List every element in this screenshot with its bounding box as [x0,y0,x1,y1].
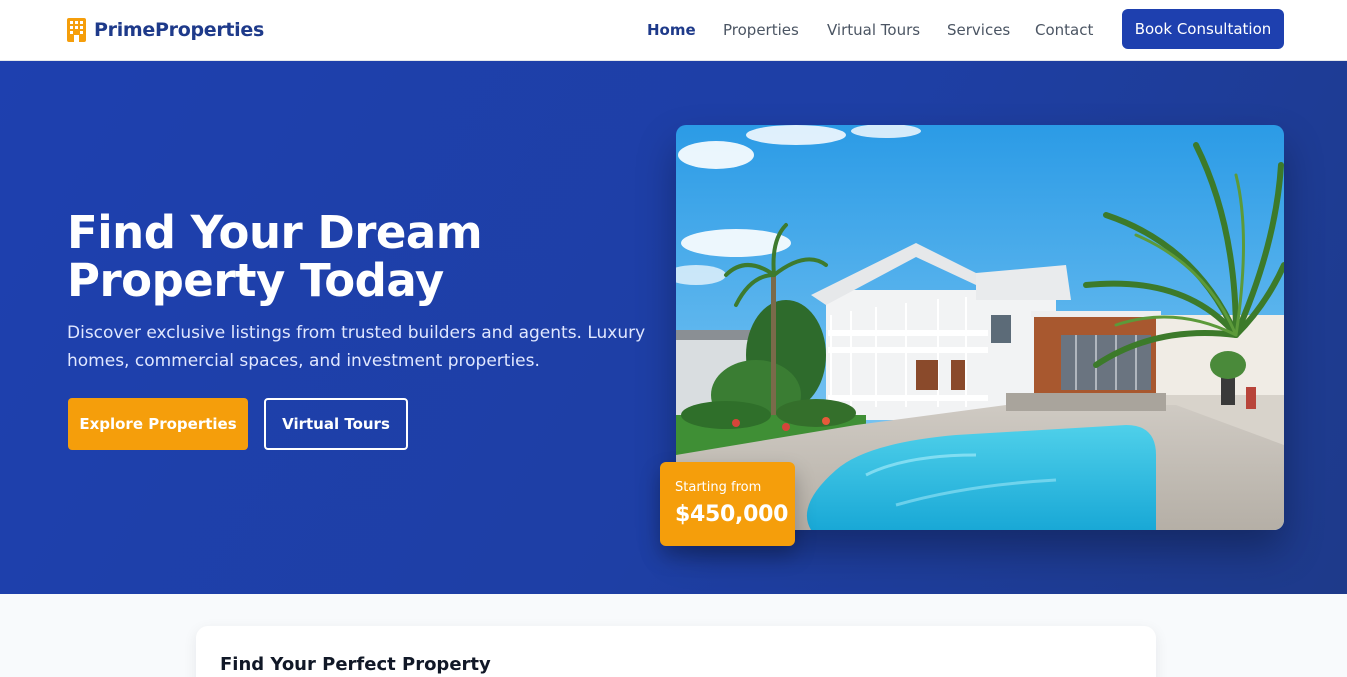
search-card-title: Find Your Perfect Property [220,654,491,675]
property-search-card: Find Your Perfect Property [196,626,1156,677]
hero-section: Find Your Dream Property Today Discover … [0,61,1347,594]
nav-link-virtual-tours[interactable]: Virtual Tours [827,19,920,41]
brand-logo[interactable]: PrimeProperties [67,16,264,44]
price-badge: Starting from $450,000 [660,462,795,546]
nav-link-properties[interactable]: Properties [723,19,799,41]
hero-subtitle: Discover exclusive listings from trusted… [67,323,646,371]
book-consultation-button[interactable]: Book Consultation [1122,9,1284,49]
price-value: $450,000 [675,502,789,527]
brand-name: PrimeProperties [94,19,264,41]
explore-properties-button[interactable]: Explore Properties [68,398,248,450]
hero-title: Find Your Dream Property Today [67,206,483,307]
virtual-tours-button[interactable]: Virtual Tours [264,398,408,450]
building-icon [67,18,86,42]
nav-link-services[interactable]: Services [947,19,1010,41]
nav-link-home[interactable]: Home [647,19,696,41]
nav-link-contact[interactable]: Contact [1035,19,1093,41]
navbar: PrimeProperties Home Properties Virtual … [0,0,1347,61]
price-label: Starting from [675,480,762,495]
